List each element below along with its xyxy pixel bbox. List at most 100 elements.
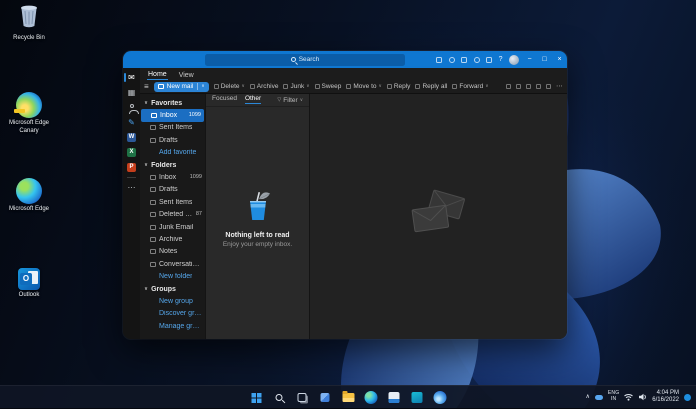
overflow-icon[interactable]: ⋯ — [556, 83, 563, 90]
sweep-button[interactable]: Sweep — [315, 83, 342, 90]
desktop-icon-recycle-bin[interactable]: Recycle Bin — [6, 3, 52, 43]
tab-home[interactable]: Home — [147, 71, 168, 81]
rail-powerpoint-button[interactable]: P — [123, 160, 140, 175]
folder-icon — [342, 393, 354, 402]
chat-icon[interactable] — [449, 57, 455, 63]
folder-item-inbox[interactable]: Inbox 1099 — [140, 171, 205, 183]
add-favorite-link[interactable]: Add favorite — [140, 147, 205, 159]
onedrive-icon[interactable] — [595, 395, 603, 400]
cocktail-glass-illustration — [245, 191, 271, 221]
groups-section-header[interactable]: ∨ Groups — [140, 283, 205, 295]
more-apps-icon: ⋯ — [128, 184, 136, 192]
folder-item-notes[interactable]: Notes — [140, 246, 205, 258]
pin-icon[interactable] — [526, 84, 531, 89]
empty-inbox-state: Nothing left to read Enjoy your empty in… — [206, 191, 309, 248]
folders-section-header[interactable]: ∨ Folders — [140, 159, 205, 171]
filter-icon: ▽ — [277, 98, 281, 103]
flag-icon[interactable] — [516, 84, 521, 89]
favorites-section-header[interactable]: ∨ Favorites — [140, 97, 205, 109]
taskbar-search-button[interactable] — [271, 389, 288, 406]
new-folder-link[interactable]: New folder — [140, 270, 205, 282]
windows-logo-icon — [251, 393, 261, 403]
folder-item-inbox-favorite[interactable]: Inbox 1099 — [141, 109, 204, 121]
rail-word-button[interactable]: W — [123, 130, 140, 145]
discover-groups-link[interactable]: Discover groups — [140, 308, 205, 320]
rail-todo-button[interactable]: ✎ — [123, 115, 140, 130]
file-explorer-button[interactable] — [340, 389, 357, 406]
rail-people-button[interactable] — [123, 100, 140, 115]
delete-button[interactable]: Delete ∨ — [214, 83, 245, 90]
forward-button[interactable]: Forward ∨ — [452, 83, 488, 90]
notification-badge[interactable] — [684, 394, 691, 401]
chevron-down-icon: ∨ — [485, 84, 488, 89]
folder-item-archive[interactable]: Archive — [140, 233, 205, 245]
new-mail-button[interactable]: New mail ∨ — [154, 82, 209, 92]
move-to-button[interactable]: Move to ∨ — [346, 83, 381, 90]
widgets-icon — [321, 393, 330, 402]
desktop-icon-edge-canary[interactable]: Microsoft Edge Canary — [6, 92, 52, 135]
sync-icon[interactable] — [461, 57, 467, 63]
maximize-button[interactable]: □ — [537, 51, 552, 68]
task-view-button[interactable] — [294, 389, 311, 406]
archive-button[interactable]: Archive — [250, 83, 279, 90]
desktop-icon-label: Recycle Bin — [6, 35, 52, 43]
reply-button[interactable]: Reply — [387, 83, 411, 90]
tab-view[interactable]: View — [178, 72, 195, 81]
chevron-down-icon: ∨ — [144, 101, 148, 106]
folder-item-conversation-history[interactable]: Conversation His... — [140, 258, 205, 270]
read-unread-icon[interactable] — [506, 84, 511, 89]
categorize-icon[interactable] — [546, 84, 551, 89]
drafts-icon — [150, 138, 156, 143]
folder-item-junk[interactable]: Junk Email — [140, 221, 205, 233]
inbox-icon — [150, 175, 156, 180]
rail-mail-button[interactable]: ✉ — [123, 70, 140, 85]
minimize-button[interactable]: − — [522, 51, 537, 68]
close-button[interactable]: × — [552, 51, 567, 68]
hidden-icons-chevron[interactable]: ∧ — [585, 394, 589, 400]
my-day-icon[interactable] — [436, 57, 442, 63]
rail-calendar-button[interactable]: ▦ — [123, 85, 140, 100]
tab-focused[interactable]: Focused — [212, 96, 237, 104]
start-button[interactable] — [248, 389, 265, 406]
new-mail-dropdown-icon[interactable]: ∨ — [201, 84, 204, 89]
rail-more-apps-button[interactable]: ⋯ — [123, 180, 140, 195]
rail-excel-button[interactable]: X — [123, 145, 140, 160]
hamburger-icon[interactable]: ≡ — [144, 83, 149, 91]
tab-other[interactable]: Other — [245, 96, 261, 105]
language-indicator[interactable]: ENG IN — [608, 391, 619, 403]
widgets-button[interactable] — [317, 389, 334, 406]
trash-icon — [150, 212, 156, 217]
edge-taskbar-button[interactable] — [363, 389, 380, 406]
wifi-icon[interactable] — [624, 393, 633, 401]
folder-item-drafts-favorite[interactable]: Drafts — [140, 134, 205, 146]
search-placeholder: Search — [299, 56, 320, 63]
folder-item-deleted[interactable]: Deleted Items 87 — [140, 209, 205, 221]
desktop-icon-outlook[interactable]: O Outlook — [6, 268, 52, 300]
junk-button[interactable]: Junk ∨ — [283, 83, 309, 90]
sent-icon — [150, 200, 156, 205]
reply-all-button[interactable]: Reply all — [415, 83, 447, 90]
edge-icon — [365, 391, 378, 404]
desktop-icon-label: Outlook — [6, 292, 52, 300]
filter-button[interactable]: ▽ Filter ∨ — [277, 97, 303, 104]
new-group-link[interactable]: New group — [140, 295, 205, 307]
volume-icon[interactable] — [638, 393, 647, 401]
settings-gear-icon[interactable] — [486, 57, 492, 63]
snooze-icon[interactable] — [536, 84, 541, 89]
manage-groups-link[interactable]: Manage groups — [140, 320, 205, 332]
edge-canary-taskbar-button[interactable] — [432, 389, 449, 406]
empty-state-subtitle: Enjoy your empty inbox. — [206, 241, 309, 248]
help-icon[interactable]: ? — [499, 56, 503, 63]
folder-item-sent[interactable]: Sent Items — [140, 196, 205, 208]
desktop-icon-edge[interactable]: Microsoft Edge — [6, 178, 52, 214]
clock[interactable]: 4:04 PM 6/16/2022 — [652, 390, 679, 405]
search-input[interactable]: Search — [205, 54, 405, 66]
sent-icon — [150, 125, 156, 130]
folder-item-sent-favorite[interactable]: Sent Items — [140, 122, 205, 134]
store-taskbar-button[interactable] — [409, 389, 426, 406]
clock-icon[interactable] — [474, 57, 480, 63]
account-avatar[interactable] — [509, 55, 519, 65]
mail-taskbar-button[interactable] — [386, 389, 403, 406]
todo-pencil-icon: ✎ — [128, 119, 135, 127]
folder-item-drafts[interactable]: Drafts — [140, 184, 205, 196]
